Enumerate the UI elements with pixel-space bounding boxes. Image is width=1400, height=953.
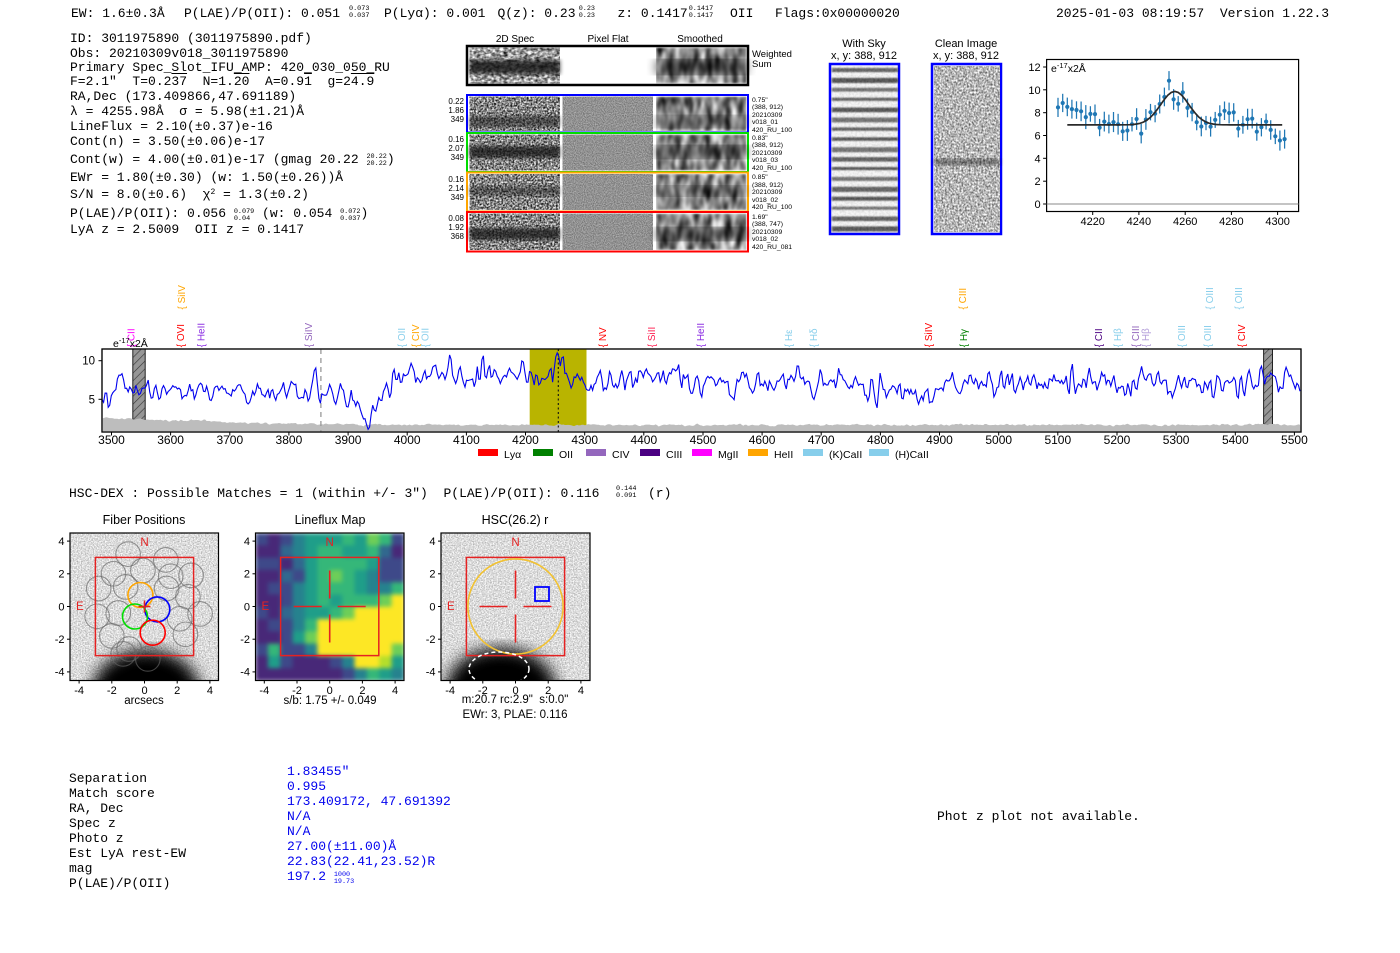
svg-text:4: 4 [392, 685, 398, 697]
svg-text:E: E [447, 601, 455, 613]
svg-text:-4: -4 [74, 685, 84, 697]
svg-text:E: E [76, 601, 84, 613]
svg-text:2: 2 [429, 569, 435, 581]
svg-text:0: 0 [512, 685, 518, 697]
svg-text:4: 4 [207, 685, 213, 697]
svg-text:0: 0 [429, 601, 435, 613]
svg-text:0: 0 [244, 601, 250, 613]
svg-text:-4: -4 [426, 667, 436, 679]
svg-text:-4: -4 [259, 685, 269, 697]
svg-text:4: 4 [429, 536, 435, 548]
svg-text:4: 4 [244, 536, 250, 548]
svg-text:4: 4 [58, 536, 64, 548]
svg-text:0: 0 [58, 601, 64, 613]
svg-text:-2: -2 [292, 685, 302, 697]
svg-text:-2: -2 [107, 685, 117, 697]
svg-text:N: N [140, 537, 148, 549]
svg-text:-2: -2 [240, 634, 250, 646]
svg-text:N: N [511, 537, 519, 549]
svg-text:2: 2 [58, 569, 64, 581]
svg-text:-4: -4 [240, 667, 250, 679]
svg-text:N: N [326, 537, 334, 549]
svg-text:-2: -2 [478, 685, 488, 697]
svg-text:0: 0 [327, 685, 333, 697]
svg-text:E: E [262, 601, 270, 613]
svg-text:0: 0 [141, 685, 147, 697]
svg-text:4: 4 [578, 685, 584, 697]
svg-text:2: 2 [174, 685, 180, 697]
svg-text:-4: -4 [55, 667, 65, 679]
svg-text:2: 2 [545, 685, 551, 697]
svg-text:-2: -2 [55, 634, 65, 646]
svg-text:-4: -4 [445, 685, 455, 697]
svg-text:2: 2 [359, 685, 365, 697]
svg-text:2: 2 [244, 569, 250, 581]
svg-text:-2: -2 [426, 634, 436, 646]
